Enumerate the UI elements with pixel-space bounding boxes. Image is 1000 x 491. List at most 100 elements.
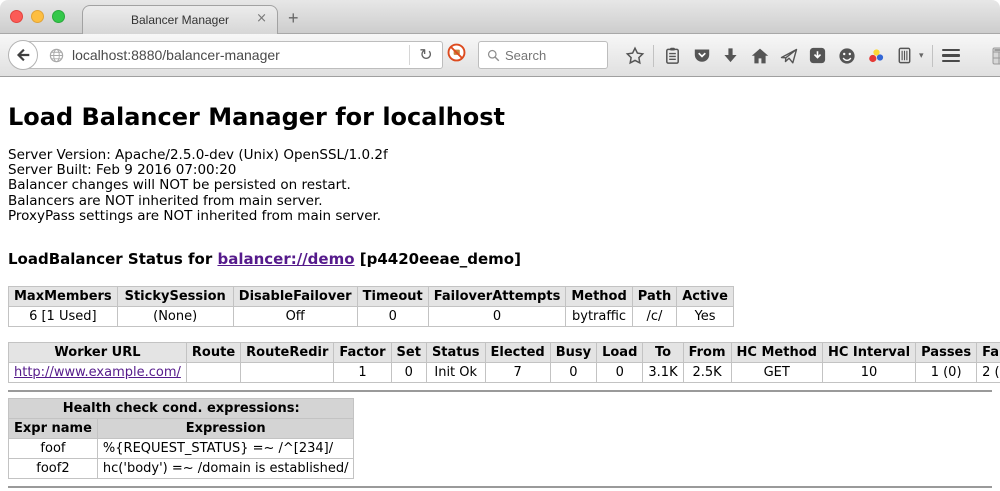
downloads-icon[interactable] — [720, 45, 741, 66]
cell-to: 3.1K — [643, 363, 683, 383]
cell-fails: 2 (0) — [977, 363, 1000, 383]
page-title: Load Balancer Manager for localhost — [8, 77, 1000, 131]
col-elected: Elected — [485, 343, 550, 363]
close-window-button[interactable] — [10, 10, 23, 23]
health-table-title: Health check cond. expressions: — [9, 399, 354, 419]
navigation-toolbar: ↻ — [0, 34, 1000, 77]
col-expr-name: Expr name — [9, 419, 98, 439]
cell-passes: 1 (0) — [916, 363, 977, 383]
cell-disablefailover: Off — [233, 307, 357, 327]
table-header-row: Worker URL Route RouteRedir Factor Set S… — [9, 343, 1000, 363]
cell-expr-name: foof2 — [9, 459, 98, 479]
plugin-blocked-icon[interactable] — [447, 43, 466, 62]
tab-balancer-manager[interactable]: Balancer Manager × — [82, 5, 278, 34]
back-arrow-icon — [14, 46, 32, 64]
worker-url-link[interactable]: http://www.example.com/ — [14, 365, 181, 380]
zoom-window-button[interactable] — [52, 10, 65, 23]
col-fails: Fails — [977, 343, 1000, 363]
cell-route — [186, 363, 240, 383]
cell-failoverattempts: 0 — [428, 307, 566, 327]
col-maxmembers: MaxMembers — [9, 287, 118, 307]
col-expression: Expression — [97, 419, 354, 439]
reading-list-icon[interactable] — [662, 45, 683, 66]
table-header-row: MaxMembers StickySession DisableFailover… — [9, 287, 734, 307]
new-tab-button[interactable]: + — [288, 8, 299, 29]
col-from: From — [683, 343, 731, 363]
send-tab-icon[interactable] — [778, 45, 799, 66]
col-status: Status — [426, 343, 485, 363]
toolbar-separator — [653, 45, 654, 67]
cell-active: Yes — [677, 307, 734, 327]
reload-button[interactable]: ↻ — [410, 42, 442, 68]
health-check-table: Health check cond. expressions: Expr nam… — [8, 398, 354, 479]
toolbar-icons: ▾ — [624, 34, 1000, 77]
cell-path: /c/ — [632, 307, 676, 327]
balancer-summary-table: MaxMembers StickySession DisableFailover… — [8, 286, 734, 327]
server-built-line: Server Built: Feb 9 2016 07:00:20 — [8, 163, 1000, 178]
feedback-smiley-icon[interactable] — [836, 45, 857, 66]
worker-table: Worker URL Route RouteRedir Factor Set S… — [8, 342, 1000, 383]
col-disablefailover: DisableFailover — [233, 287, 357, 307]
server-version-line: Server Version: Apache/2.5.0-dev (Unix) … — [8, 148, 1000, 163]
save-to-device-icon[interactable] — [807, 45, 828, 66]
extension-colored-dots-icon[interactable] — [865, 45, 886, 66]
site-identity-globe-icon[interactable] — [49, 48, 64, 63]
page-content: Load Balancer Manager for localhost Serv… — [0, 77, 1000, 491]
cell-maxmembers: 6 [1 Used] — [9, 307, 118, 327]
session-container-icon[interactable] — [894, 45, 915, 66]
window-controls — [10, 10, 65, 23]
server-info: Server Version: Apache/2.5.0-dev (Unix) … — [8, 148, 1000, 224]
col-factor: Factor — [334, 343, 391, 363]
cell-expression: hc('body') =~ /domain is established/ — [97, 459, 354, 479]
cell-status: Init Ok — [426, 363, 485, 383]
cell-method: bytraffic — [566, 307, 632, 327]
col-path: Path — [632, 287, 676, 307]
col-busy: Busy — [550, 343, 596, 363]
search-bar[interactable] — [478, 41, 608, 69]
balancer-demo-link[interactable]: balancer://demo — [217, 250, 354, 268]
table-row: http://www.example.com/ 1 0 Init Ok 7 0 … — [9, 363, 1000, 383]
col-route: Route — [186, 343, 240, 363]
col-timeout: Timeout — [357, 287, 428, 307]
col-load: Load — [597, 343, 643, 363]
url-bar[interactable]: ↻ — [24, 41, 443, 69]
url-input[interactable] — [72, 47, 409, 63]
col-worker-url: Worker URL — [9, 343, 187, 363]
cell-routeredir — [241, 363, 334, 383]
home-icon[interactable] — [749, 45, 770, 66]
col-to: To — [643, 343, 683, 363]
inherit-note-line: Balancers are NOT inherited from main se… — [8, 194, 1000, 209]
browser-window: Balancer Manager × + ↻ — [0, 0, 1000, 491]
col-set: Set — [391, 343, 426, 363]
back-button[interactable] — [8, 40, 38, 70]
pocket-icon[interactable] — [691, 45, 712, 66]
container-dropdown-caret-icon[interactable]: ▾ — [919, 51, 924, 61]
minimize-window-button[interactable] — [31, 10, 44, 23]
col-active: Active — [677, 287, 734, 307]
tab-title: Balancer Manager — [131, 13, 229, 27]
search-input[interactable] — [505, 48, 607, 63]
cell-busy: 0 — [550, 363, 596, 383]
table-row: foof %{REQUEST_STATUS} =~ /^[234]/ — [9, 439, 354, 459]
cell-elected: 7 — [485, 363, 550, 383]
persist-note-line: Balancer changes will NOT be persisted o… — [8, 178, 1000, 193]
cell-load: 0 — [597, 363, 643, 383]
status-heading-suffix: [p4420eeae_demo] — [355, 250, 521, 268]
cell-stickysession: (None) — [117, 307, 233, 327]
cell-from: 2.5K — [683, 363, 731, 383]
col-routeredir: RouteRedir — [241, 343, 334, 363]
section-divider — [8, 390, 992, 392]
reader-grid-icon[interactable] — [992, 45, 1000, 66]
loadbalancer-status-heading: LoadBalancer Status for balancer://demo … — [8, 250, 1000, 268]
col-method: Method — [566, 287, 632, 307]
table-header-row: Expr name Expression — [9, 419, 354, 439]
bookmark-star-icon[interactable] — [624, 45, 645, 66]
bottom-divider — [8, 486, 992, 488]
table-row: foof2 hc('body') =~ /domain is establish… — [9, 459, 354, 479]
cell-hc-method: GET — [731, 363, 822, 383]
proxypass-note-line: ProxyPass settings are NOT inherited fro… — [8, 209, 1000, 224]
toolbar-separator — [932, 45, 933, 67]
tab-close-icon[interactable]: × — [256, 12, 267, 26]
title-bar: Balancer Manager × + — [0, 0, 1000, 34]
menu-hamburger-icon[interactable] — [941, 45, 962, 66]
